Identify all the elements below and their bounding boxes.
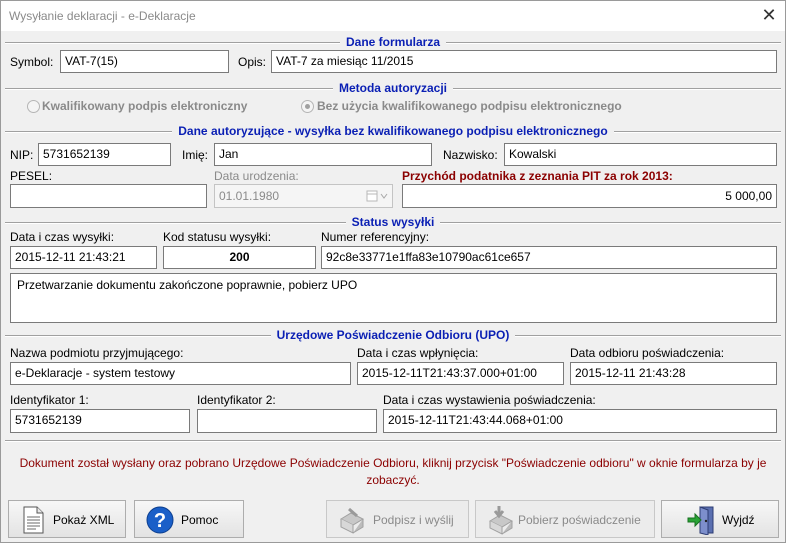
title-bar: Wysyłanie deklaracji - e-Deklaracje ✕ bbox=[1, 1, 785, 31]
dialog-window: Wysyłanie deklaracji - e-Deklaracje ✕ Da… bbox=[0, 0, 786, 543]
get-receipt-button[interactable]: Pobierz poświadczenie bbox=[475, 500, 655, 538]
section-auth-data-header: Dane autoryzujące - wysyłka bez kwalifik… bbox=[5, 124, 781, 138]
show-xml-button[interactable]: Pokaż XML bbox=[8, 500, 126, 538]
help-label: Pomoc bbox=[181, 513, 219, 527]
section-auth-method-header: Metoda autoryzacji bbox=[5, 81, 781, 95]
svg-text:?: ? bbox=[154, 510, 166, 532]
send-datetime-field[interactable]: 2015-12-11 21:43:21 bbox=[10, 246, 157, 269]
receipt-date-field[interactable]: 2015-12-11 21:43:28 bbox=[570, 362, 777, 385]
download-receipt-icon bbox=[486, 505, 514, 535]
section-upo-header: Urzędowe Poświadczenie Odbioru (UPO) bbox=[5, 328, 781, 342]
birth-date-picker: 01.01.1980 bbox=[214, 184, 393, 208]
calendar-dropdown-icon bbox=[365, 189, 389, 203]
exit-label: Wyjdź bbox=[722, 513, 755, 527]
section-status-title: Status wysyłki bbox=[345, 215, 441, 229]
pesel-field[interactable] bbox=[10, 184, 207, 208]
opis-field[interactable]: VAT-7 za miesiąc 11/2015 bbox=[271, 50, 777, 73]
recipient-field[interactable]: e-Deklaracje - system testowy bbox=[10, 362, 351, 385]
section-auth-method-title: Metoda autoryzacji bbox=[332, 81, 454, 95]
income-field[interactable]: 5 000,00 bbox=[402, 184, 777, 208]
issued-datetime-field[interactable]: 2015-12-11T21:43:44.068+01:00 bbox=[383, 409, 777, 433]
reference-number-label: Numer referencyjny: bbox=[321, 230, 430, 244]
identifier2-label: Identyfikator 2: bbox=[197, 393, 276, 407]
section-form-header: Dane formularza bbox=[5, 35, 781, 49]
dialog-body: Dane formularza Symbol: VAT-7(15) Opis: … bbox=[1, 31, 785, 542]
help-icon: ? bbox=[145, 505, 174, 534]
window-title: Wysyłanie deklaracji - e-Deklaracje bbox=[9, 9, 196, 23]
identifier1-field[interactable]: 5731652139 bbox=[10, 409, 190, 433]
section-status-header: Status wysyłki bbox=[5, 215, 781, 229]
sign-send-button[interactable]: Podpisz i wyślij bbox=[326, 500, 469, 538]
symbol-label: Symbol: bbox=[10, 55, 54, 69]
radio-qualified-signature-label: Kwalifikowany podpis elektroniczny bbox=[42, 99, 248, 113]
status-message-area[interactable]: Przetwarzanie dokumentu zakończone popra… bbox=[10, 273, 777, 323]
radio-qualified-signature[interactable] bbox=[27, 100, 40, 113]
imie-field[interactable]: Jan bbox=[214, 143, 432, 166]
nazwisko-field[interactable]: Kowalski bbox=[504, 143, 777, 166]
arrival-datetime-label: Data i czas wpłynięcia: bbox=[357, 346, 479, 360]
receipt-date-label: Data odbioru poświadczenia: bbox=[570, 346, 725, 360]
sign-send-icon bbox=[337, 505, 365, 534]
divider bbox=[5, 440, 781, 442]
nazwisko-label: Nazwisko: bbox=[443, 148, 498, 162]
nip-field[interactable]: 5731652139 bbox=[38, 143, 171, 166]
pesel-label: PESEL: bbox=[10, 169, 53, 183]
close-icon[interactable]: ✕ bbox=[757, 4, 781, 26]
exit-door-icon bbox=[686, 505, 714, 536]
arrival-datetime-field[interactable]: 2015-12-11T21:43:37.000+01:00 bbox=[357, 362, 564, 385]
identifier2-field[interactable] bbox=[197, 409, 377, 433]
document-icon bbox=[19, 505, 47, 534]
get-receipt-label: Pobierz poświadczenie bbox=[518, 513, 641, 527]
help-button[interactable]: ? Pomoc bbox=[134, 500, 244, 538]
send-datetime-label: Data i czas wysyłki: bbox=[10, 230, 115, 244]
opis-label: Opis: bbox=[238, 55, 267, 69]
radio-no-qualified-signature[interactable] bbox=[301, 100, 314, 113]
footer-message: Dokument został wysłany oraz pobrano Urz… bbox=[19, 456, 767, 487]
birth-date-label: Data urodzenia: bbox=[214, 169, 299, 183]
section-upo-title: Urzędowe Poświadczenie Odbioru (UPO) bbox=[270, 328, 516, 342]
identifier1-label: Identyfikator 1: bbox=[10, 393, 89, 407]
radio-no-qualified-signature-label: Bez użycia kwalifikowanego podpisu elekt… bbox=[317, 99, 622, 113]
status-code-label: Kod statusu wysyłki: bbox=[163, 230, 272, 244]
reference-number-field[interactable]: 92c8e33771e1ffa83e10790ac61ce657 bbox=[321, 246, 777, 269]
section-auth-data-title: Dane autoryzujące - wysyłka bez kwalifik… bbox=[172, 124, 614, 138]
show-xml-label: Pokaż XML bbox=[53, 513, 115, 527]
nip-label: NIP: bbox=[10, 148, 34, 162]
imie-label: Imię: bbox=[182, 148, 209, 162]
exit-button[interactable]: Wyjdź bbox=[661, 500, 779, 538]
birth-date-value: 01.01.1980 bbox=[219, 189, 280, 203]
status-code-field[interactable]: 200 bbox=[163, 246, 316, 269]
income-label: Przychód podatnika z zeznania PIT za rok… bbox=[402, 169, 673, 183]
sign-send-label: Podpisz i wyślij bbox=[373, 513, 454, 527]
issued-datetime-label: Data i czas wystawienia poświadczenia: bbox=[383, 393, 596, 407]
recipient-label: Nazwa podmiotu przyjmującego: bbox=[10, 346, 184, 360]
symbol-field[interactable]: VAT-7(15) bbox=[60, 50, 229, 73]
section-form-title: Dane formularza bbox=[339, 35, 447, 49]
